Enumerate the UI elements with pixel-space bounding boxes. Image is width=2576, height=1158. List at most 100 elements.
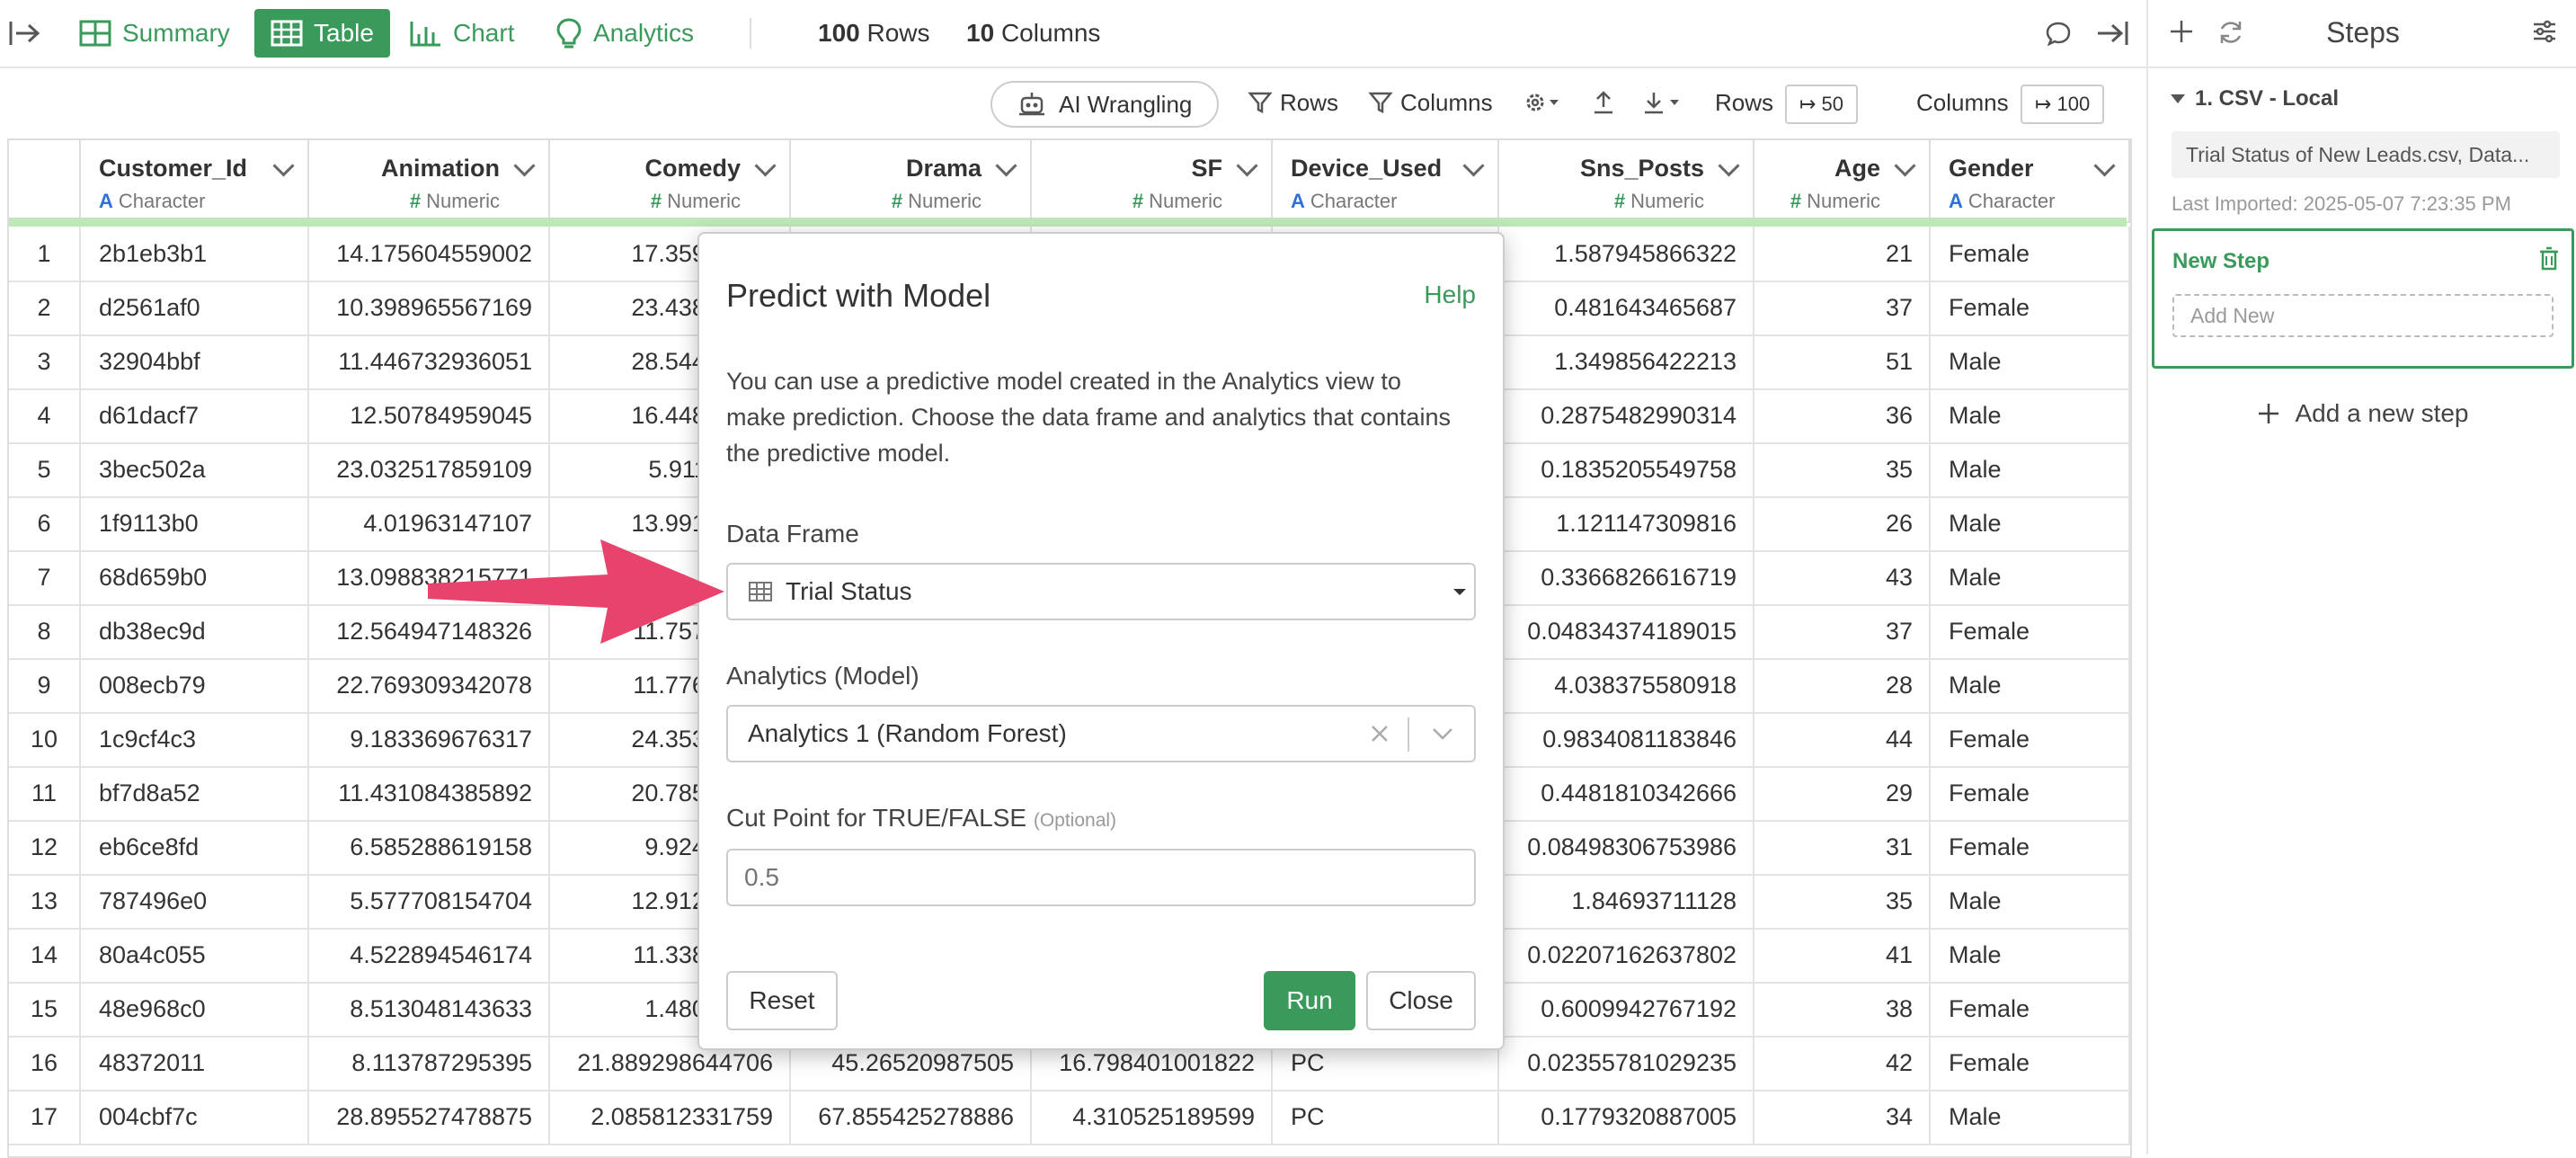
table-cell[interactable]: 4.310525189599 — [1032, 1090, 1273, 1144]
table-cell[interactable]: Female — [1931, 766, 2130, 820]
tab-summary[interactable]: Summary — [79, 0, 230, 67]
table-cell[interactable]: 8.513048143633 — [309, 982, 550, 1036]
chevron-down-icon[interactable] — [754, 155, 777, 177]
table-cell[interactable]: 004cbf7c — [81, 1090, 309, 1144]
table-cell[interactable]: 21 — [1754, 227, 1931, 281]
comment-icon[interactable] — [2045, 0, 2072, 67]
table-cell[interactable]: 26 — [1754, 496, 1931, 550]
clear-icon[interactable] — [1370, 724, 1390, 744]
table-cell[interactable]: 9.183369676317 — [309, 712, 550, 766]
table-cell[interactable]: 5.577708154704 — [309, 874, 550, 928]
table-cell[interactable]: eb6ce8fd — [81, 820, 309, 874]
source-step-title[interactable]: 1. CSV - Local — [2170, 86, 2339, 111]
column-header[interactable]: Device_Used A Character — [1273, 140, 1499, 221]
table-cell[interactable]: 12.50784959045 — [309, 388, 550, 442]
table-cell[interactable]: 22.769309342078 — [309, 658, 550, 712]
columns-limit-input[interactable]: ↦ 100 — [2021, 85, 2105, 124]
table-cell[interactable]: 2.085812331759 — [550, 1090, 791, 1144]
table-cell[interactable]: 8.113787295395 — [309, 1036, 550, 1090]
add-new-step-button[interactable]: Add a new step — [2148, 399, 2576, 428]
table-cell[interactable]: 0.1835205549758 — [1499, 442, 1754, 496]
table-cell[interactable]: 51 — [1754, 334, 1931, 388]
table-cell[interactable]: 1c9cf4c3 — [81, 712, 309, 766]
table-cell[interactable]: 68d659b0 — [81, 550, 309, 604]
tab-chart[interactable]: Chart — [410, 0, 514, 67]
analytics-model-select[interactable]: Analytics 1 (Random Forest) — [726, 705, 1476, 762]
table-cell[interactable]: 4.522894546174 — [309, 928, 550, 982]
table-cell[interactable]: 0.3366826616719 — [1499, 550, 1754, 604]
table-cell[interactable]: 34 — [1754, 1090, 1931, 1144]
column-header[interactable]: Gender A Character — [1931, 140, 2130, 221]
table-cell[interactable]: 28.895527478875 — [309, 1090, 550, 1144]
collapse-left-icon[interactable] — [7, 0, 43, 67]
column-header[interactable]: Drama # Numeric — [791, 140, 1032, 221]
table-cell[interactable]: 11.431084385892 — [309, 766, 550, 820]
table-cell[interactable]: 1f9113b0 — [81, 496, 309, 550]
column-header[interactable]: Sns_Posts # Numeric — [1499, 140, 1754, 221]
table-cell[interactable]: PC — [1273, 1090, 1499, 1144]
table-cell[interactable]: 0.2875482990314 — [1499, 388, 1754, 442]
column-header[interactable]: Comedy # Numeric — [550, 140, 791, 221]
rows-limit-input[interactable]: ↦ 50 — [1785, 85, 1859, 124]
table-cell[interactable]: 3bec502a — [81, 442, 309, 496]
table-cell[interactable]: 0.02207162637802 — [1499, 928, 1754, 982]
table-cell[interactable]: Male — [1931, 496, 2130, 550]
table-cell[interactable]: 31 — [1754, 820, 1931, 874]
table-cell[interactable]: 37 — [1754, 604, 1931, 658]
table-cell[interactable]: Male — [1931, 874, 2130, 928]
chevron-down-icon[interactable] — [272, 155, 295, 177]
table-cell[interactable]: Male — [1931, 442, 2130, 496]
help-link[interactable]: Help — [1424, 281, 1476, 309]
table-cell[interactable]: 0.481643465687 — [1499, 281, 1754, 334]
table-cell[interactable]: 6.585288619158 — [309, 820, 550, 874]
tab-table[interactable]: Table — [254, 9, 390, 58]
table-cell[interactable]: 41 — [1754, 928, 1931, 982]
chevron-down-icon[interactable] — [2093, 155, 2116, 177]
run-button[interactable]: Run — [1264, 971, 1355, 1030]
table-cell[interactable]: 42 — [1754, 1036, 1931, 1090]
table-cell[interactable]: Female — [1931, 281, 2130, 334]
table-cell[interactable]: d61dacf7 — [81, 388, 309, 442]
table-cell[interactable]: 0.1779320887005 — [1499, 1090, 1754, 1144]
table-cell[interactable]: Male — [1931, 388, 2130, 442]
table-cell[interactable]: 0.02355781029235 — [1499, 1036, 1754, 1090]
reset-button[interactable]: Reset — [726, 971, 838, 1030]
table-cell[interactable]: 0.6009942767192 — [1499, 982, 1754, 1036]
table-cell[interactable]: 37 — [1754, 281, 1931, 334]
table-cell[interactable]: 008ecb79 — [81, 658, 309, 712]
tab-analytics[interactable]: Analytics — [555, 0, 694, 67]
table-cell[interactable]: 48e968c0 — [81, 982, 309, 1036]
columns-filter-button[interactable]: Columns — [1368, 81, 1493, 124]
table-cell[interactable]: db38ec9d — [81, 604, 309, 658]
sliders-icon[interactable] — [2531, 18, 2558, 49]
table-cell[interactable]: Female — [1931, 820, 2130, 874]
column-header[interactable]: Animation # Numeric — [309, 140, 550, 221]
table-cell[interactable]: Male — [1931, 550, 2130, 604]
column-header[interactable]: SF # Numeric — [1032, 140, 1273, 221]
table-cell[interactable]: 32904bbf — [81, 334, 309, 388]
table-cell[interactable]: 1.121147309816 — [1499, 496, 1754, 550]
chevron-down-icon[interactable] — [1431, 726, 1454, 741]
table-cell[interactable]: 11.446732936051 — [309, 334, 550, 388]
table-cell[interactable]: 0.4481810342666 — [1499, 766, 1754, 820]
table-cell[interactable]: 29 — [1754, 766, 1931, 820]
table-cell[interactable]: 1.587945866322 — [1499, 227, 1754, 281]
upload-icon[interactable] — [1591, 81, 1616, 124]
table-cell[interactable]: 35 — [1754, 442, 1931, 496]
table-cell[interactable]: 35 — [1754, 874, 1931, 928]
table-cell[interactable]: Female — [1931, 227, 2130, 281]
table-cell[interactable]: Female — [1931, 604, 2130, 658]
table-cell[interactable]: Male — [1931, 334, 2130, 388]
table-cell[interactable]: 48372011 — [81, 1036, 309, 1090]
source-file-item[interactable]: Trial Status of New Leads.csv, Data... — [2172, 131, 2560, 178]
table-cell[interactable]: 67.855425278886 — [791, 1090, 1032, 1144]
chevron-down-icon[interactable] — [1236, 155, 1258, 177]
table-cell[interactable]: 0.08498306753986 — [1499, 820, 1754, 874]
table-cell[interactable]: 36 — [1754, 388, 1931, 442]
chevron-down-icon[interactable] — [1894, 155, 1916, 177]
table-cell[interactable]: Male — [1931, 928, 2130, 982]
table-row[interactable]: 17 004cbf7c 28.895527478875 2.085812331759 6… — [9, 1090, 2130, 1145]
table-cell[interactable]: 23.032517859109 — [309, 442, 550, 496]
column-header[interactable]: Customer_Id A Character — [81, 140, 309, 221]
table-cell[interactable]: Female — [1931, 982, 2130, 1036]
